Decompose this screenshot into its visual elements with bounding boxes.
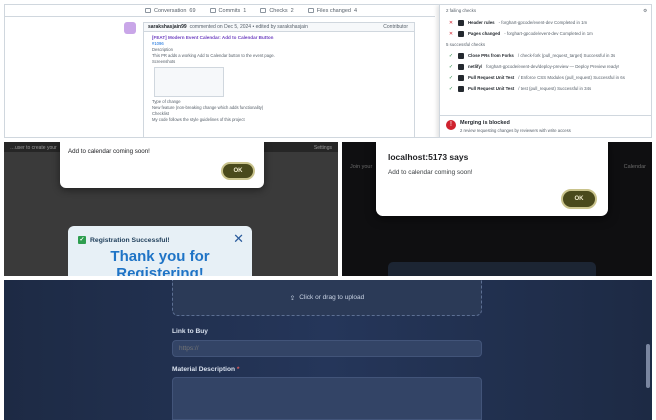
check-icon: ✓ [448, 63, 454, 70]
github-pr-panel: Conversation 69 Commits 1 Checks 2 Files… [4, 4, 652, 138]
check-name: Pull Request Unit Test [468, 86, 515, 91]
check-name: Header rules [468, 20, 495, 25]
ok-button[interactable]: OK [561, 189, 597, 209]
section-label: 2 failing checks [446, 8, 477, 13]
ok-button[interactable]: OK [221, 162, 255, 180]
check-desc: / test (pull_request) Successful in 34s [518, 86, 592, 91]
section-label: 5 successful checks [446, 42, 486, 47]
checkbox-checked-icon: ✓ [78, 236, 86, 244]
gear-icon[interactable]: ⚙ [643, 8, 647, 14]
tab-label: Commits [218, 7, 241, 14]
service-icon [458, 74, 464, 81]
service-icon [458, 30, 464, 37]
scrollbar[interactable] [646, 344, 650, 388]
tab-files-changed[interactable]: Files changed 4 [307, 7, 358, 14]
service-icon [458, 52, 464, 59]
comment-body: [FEAT] Modern Event Calendar: Add to Cal… [143, 31, 415, 137]
service-icon [458, 19, 464, 26]
comment-action: commented on Dec 5, 2024 • edited by sar… [189, 24, 308, 30]
comment-author[interactable]: sarakshasjain99 [148, 24, 187, 30]
service-icon [458, 85, 464, 92]
service-icon [458, 63, 464, 70]
browser-alert-panel: Join your Calendar localhost:5173 says Ad… [342, 142, 652, 276]
check-name: Pull Request Unit Test [468, 75, 515, 80]
blocked-title: Merging is blocked [460, 120, 510, 126]
check-desc: forghart-gpcode/event-dev/deploy-preview… [486, 64, 620, 69]
blocked-desc: 2 review requesting changes by reviewers… [460, 128, 571, 133]
tab-conversation[interactable]: Conversation 69 [145, 8, 196, 14]
success-checks-header[interactable]: 5 successful checks [440, 39, 651, 50]
registration-panel: …user to create your Settings ✓ Registrati… [4, 142, 338, 276]
tab-label: Conversation [154, 7, 187, 14]
link-label: Link to Buy [172, 328, 208, 335]
contributor-badge: Contributor [383, 24, 408, 30]
failing-checks-header[interactable]: 2 failing checks ⚙ [440, 5, 651, 17]
check-desc: - forghart-gpcode/event-dev Completed in… [498, 20, 588, 25]
check-icon: ✓ [448, 85, 454, 92]
x-icon: ✕ [448, 19, 454, 26]
check-row[interactable]: ✓ Pull Request Unit Test / test (pull_requ… [440, 83, 651, 94]
tab-count: 1 [243, 7, 247, 14]
description-textarea[interactable] [172, 377, 482, 420]
alert-dialog: Add to calendar coming soon! OK [60, 142, 264, 188]
alert-icon: ! [446, 120, 456, 130]
tab-label: Checks [269, 7, 288, 14]
alert-message: Add to calendar coming soon! [68, 148, 150, 155]
header-link[interactable]: Settings [314, 145, 332, 151]
header-text: …user to create your [10, 145, 57, 151]
material-form-panel: ⇪ Click or drag to upload Link to Buy Ma… [4, 280, 652, 420]
header-link[interactable]: Calendar [624, 164, 646, 174]
registration-card: ✓ Registration Successful! ✕ Thank you fo… [68, 226, 252, 276]
check-icon: ✓ [448, 52, 454, 59]
check-row[interactable]: ✓ Close PRs from Forks / check-fork (pull_… [440, 50, 651, 61]
avatar[interactable] [124, 22, 136, 34]
check-name: Pages changed [468, 31, 501, 36]
link-input[interactable] [172, 340, 482, 357]
comment-icon [145, 8, 151, 13]
check-row[interactable]: ✓ netlify/forghart-gpcode/event-dev/deplo… [440, 61, 651, 72]
description-label: Material Description * [172, 366, 239, 373]
check-row[interactable]: ✓ Pull Request Unit Test / Enforce CSS Mod… [440, 72, 651, 83]
tab-label: Files changed [316, 7, 351, 14]
check-row[interactable]: ✕ Header rules - forghart-gpcode/event-dev… [440, 17, 651, 28]
file-diff-icon [307, 8, 314, 13]
thank-you-text: Thank you for Registering! [110, 248, 210, 276]
merge-blocked-notice: ! Merging is blocked 2 review requesting… [440, 115, 651, 137]
tab-count: 2 [290, 7, 294, 14]
checks-icon [260, 8, 267, 13]
required-mark: * [236, 366, 240, 373]
check-name: netlify/ [468, 64, 483, 69]
pr-tabs: Conversation 69 Commits 1 Checks 2 Files… [5, 5, 435, 17]
alert-message: Add to calendar coming soon! [388, 169, 473, 176]
tab-checks[interactable]: Checks 2 [260, 7, 294, 14]
check-desc: - forghart-gpcode/event-dev Completed in… [504, 31, 593, 36]
screenshot-image [154, 67, 224, 97]
alert-dialog: localhost:5173 says Add to calendar comi… [376, 142, 608, 216]
check-icon: ✓ [448, 74, 454, 81]
tab-count: 4 [353, 7, 358, 14]
alert-host: localhost:5173 says [388, 152, 469, 162]
check-name: Close PRs from Forks [468, 53, 514, 58]
label-text: Material Description [172, 366, 236, 373]
x-icon: ✕ [448, 30, 454, 37]
comment-line: Screenshots [152, 59, 176, 64]
checks-panel: 2 failing checks ⚙ ✕ Header rules - forghar… [439, 5, 651, 137]
background-card [388, 262, 596, 276]
card-title: Registration Successful! [90, 236, 170, 244]
check-row[interactable]: ✕ Pages changed - forghart-gpcode/event-de… [440, 28, 651, 39]
comment-line: My code follows the style guidelines of … [152, 117, 245, 122]
card-header: ✓ Registration Successful! [78, 236, 170, 244]
label-text: Link to Buy [172, 328, 208, 335]
commit-icon [209, 8, 216, 13]
tab-count: 69 [189, 7, 196, 14]
upload-icon: ⇪ [289, 294, 296, 302]
upload-dropzone[interactable]: ⇪ Click or drag to upload [172, 280, 482, 316]
check-desc: / Enforce CSS Modules (pull_request) Suc… [518, 75, 625, 80]
check-desc: / check-fork (pull_request_target) Succe… [517, 53, 616, 58]
tab-commits[interactable]: Commits 1 [209, 7, 247, 14]
upload-text: Click or drag to upload [299, 294, 365, 301]
close-icon[interactable]: ✕ [233, 231, 244, 247]
header-text: Join your [350, 164, 373, 170]
